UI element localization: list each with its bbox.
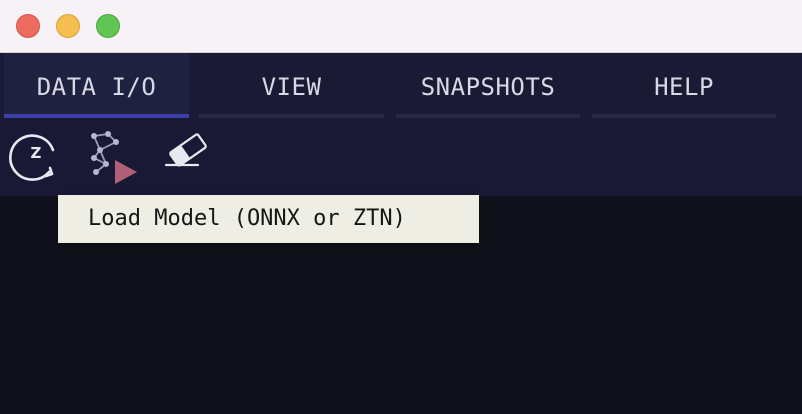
eraser-icon: [164, 133, 207, 167]
minimize-window-button[interactable]: [56, 14, 80, 38]
tab-view[interactable]: VIEW: [199, 53, 384, 118]
tab-view-label: VIEW: [261, 73, 322, 101]
app-area: DATA I/O VIEW SNAPSHOTS HELP Z Load Mode…: [0, 53, 802, 414]
menu-bar: DATA I/O VIEW SNAPSHOTS HELP: [0, 53, 802, 118]
load-model-button[interactable]: [82, 128, 140, 186]
toolbar: Z: [0, 118, 802, 196]
reset-z-button[interactable]: Z: [7, 128, 65, 186]
app-window: DATA I/O VIEW SNAPSHOTS HELP Z Load Mode…: [0, 0, 802, 414]
tab-snapshots-label: SNAPSHOTS: [420, 73, 556, 101]
tab-data-io-label: DATA I/O: [36, 73, 157, 101]
play-triangle-icon: [115, 160, 137, 184]
tab-snapshots[interactable]: SNAPSHOTS: [396, 53, 580, 118]
tab-help-label: HELP: [654, 73, 714, 101]
maximize-window-button[interactable]: [96, 14, 120, 38]
erase-button[interactable]: [160, 128, 218, 186]
close-window-button[interactable]: [16, 14, 40, 38]
reset-z-icon: Z: [9, 134, 55, 181]
tab-help[interactable]: HELP: [592, 53, 776, 118]
load-model-tooltip: Load Model (ONNX or ZTN): [58, 195, 479, 243]
reset-z-glyph: Z: [31, 144, 42, 162]
tab-data-io[interactable]: DATA I/O: [4, 53, 189, 118]
load-model-icon: [91, 131, 137, 184]
title-bar: [0, 0, 802, 53]
